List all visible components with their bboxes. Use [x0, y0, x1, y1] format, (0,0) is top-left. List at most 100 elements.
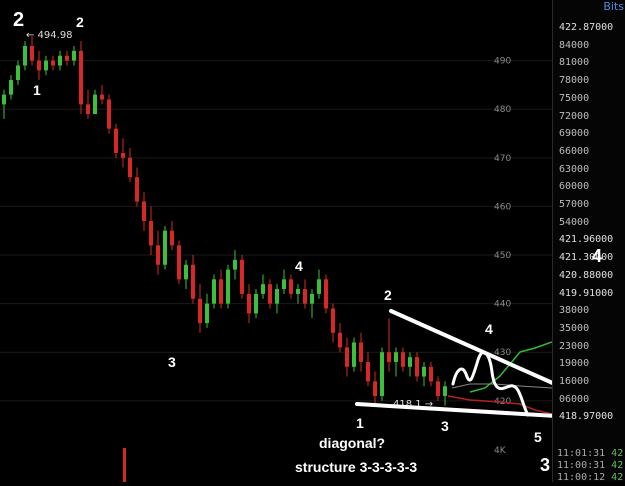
trade-time-row: 11:00:31 42: [557, 460, 623, 471]
candle-body: [275, 289, 279, 304]
trade-value: 42: [611, 460, 624, 471]
candle-body: [177, 245, 181, 280]
wave-label-3-bottom: 3: [441, 418, 449, 434]
candle-body: [163, 230, 167, 265]
brand-label: Bits: [603, 0, 624, 13]
candle-body: [219, 279, 223, 304]
structure-text: structure 3-3-3-3-3: [295, 459, 417, 475]
candle-body: [198, 298, 202, 324]
candle-body: [408, 357, 412, 367]
candle-body: [401, 352, 405, 367]
candle-body: [387, 352, 391, 362]
price-level-label: 35000: [559, 322, 590, 334]
price-level-label: 72000: [559, 110, 590, 122]
candle-body: [338, 332, 342, 348]
candle-body: [289, 279, 293, 294]
candle-body: [44, 60, 48, 71]
price-level-label: 66000: [559, 145, 590, 157]
price-level-label: 19000: [559, 358, 590, 370]
wave-label-2-top: 2: [76, 14, 84, 30]
trade-time-row: 11:00:12 42: [557, 472, 623, 483]
wave-label-4-mid: 4: [295, 258, 303, 274]
candle-body: [429, 366, 433, 382]
candle-body: [303, 289, 307, 304]
candles-layer: [2, 36, 447, 406]
candle-body: [156, 245, 160, 265]
candle-body: [23, 46, 27, 66]
wave-label-3-mid: 3: [168, 354, 176, 370]
y-tick-label: 490: [494, 57, 511, 67]
candle-body: [310, 293, 314, 304]
candle-body: [247, 293, 251, 314]
candle-body: [226, 269, 230, 304]
candle-body: [373, 381, 377, 396]
candle-body: [394, 352, 398, 362]
candle-body: [268, 284, 272, 304]
candle-body: [191, 264, 195, 299]
diagonal-question-text: diagonal?: [319, 435, 385, 451]
price-level-label: 84000: [559, 39, 590, 51]
chart-canvas: 490480470460450440430420 4K ← 494.98 418…: [0, 9, 590, 482]
candle-body: [240, 259, 244, 294]
candle-body: [100, 94, 104, 100]
price-level-label: 420.88000: [559, 269, 614, 281]
price-chart[interactable]: 490 480 470 460 450 440 430 420 4K ← 494.98 418…: [0, 0, 590, 482]
price-level-label: 419.91000: [559, 287, 614, 299]
candle-body: [205, 303, 209, 324]
y-tick-label: 450: [494, 251, 511, 261]
y-tick-label: 480: [494, 105, 511, 115]
candle-body: [30, 46, 34, 61]
order-book-panel: Bits 422.87000 84000 81000 78000 75000 72000 6…: [552, 0, 625, 483]
price-level-label: 57000: [559, 199, 590, 210]
candle-body: [443, 386, 447, 396]
max-price-label: ← 494.98: [26, 30, 73, 41]
candle-body: [79, 50, 83, 105]
candle-body: [107, 99, 111, 129]
wave-label-5: 5: [534, 429, 542, 445]
price-level-label: 69000: [559, 128, 590, 140]
price-level-label: 16000: [559, 376, 590, 387]
candle-body: [422, 366, 426, 377]
price-level-label: 60000: [559, 181, 590, 193]
candle-body: [359, 342, 363, 362]
wave-label-1-top: 1: [33, 82, 41, 98]
wave-label-2-right: 2: [384, 287, 392, 303]
price-level-label: 78000: [559, 75, 590, 87]
wave-label-4-right: 4: [485, 321, 493, 337]
price-level-label: 421.96000: [559, 234, 614, 246]
candle-body: [37, 60, 41, 71]
candle-body: [184, 264, 188, 280]
trade-value: 42: [611, 448, 624, 459]
candle-body: [254, 293, 258, 314]
trade-time: 11:01:31: [557, 448, 606, 459]
wave-label-1-bottom: 1: [356, 415, 364, 431]
candle-body: [436, 381, 440, 396]
candle-body: [65, 55, 69, 61]
wave-label-3-corner: 3: [540, 455, 550, 475]
candle-body: [2, 94, 6, 105]
trade-time: 11:00:31: [557, 460, 606, 471]
candle-body: [58, 55, 62, 66]
price-level-label: 421.30000: [559, 252, 614, 264]
candle-body: [135, 177, 139, 202]
candle-body: [9, 80, 13, 95]
candle-body: [352, 342, 356, 367]
candle-body: [114, 128, 118, 153]
candle-body: [261, 284, 265, 294]
price-level-label: 418.97000: [559, 411, 614, 423]
price-level-label: 06000: [559, 393, 590, 405]
candle-body: [317, 279, 321, 294]
candle-body: [345, 347, 349, 367]
candle-body: [366, 361, 370, 382]
y-tick-label: 440: [494, 300, 511, 310]
trade-time-row: 11:01:31 42: [557, 448, 623, 459]
candle-body: [51, 60, 55, 66]
wave-label-2-large: 2: [13, 9, 24, 31]
candle-body: [128, 157, 132, 178]
price-level-label: 81000: [559, 57, 590, 69]
candle-body: [324, 279, 328, 309]
price-level-label: 422.87000: [559, 22, 614, 33]
y-axis: 490480470460450440430420: [494, 57, 511, 407]
candle-body: [296, 289, 300, 294]
candle-body: [72, 50, 76, 61]
